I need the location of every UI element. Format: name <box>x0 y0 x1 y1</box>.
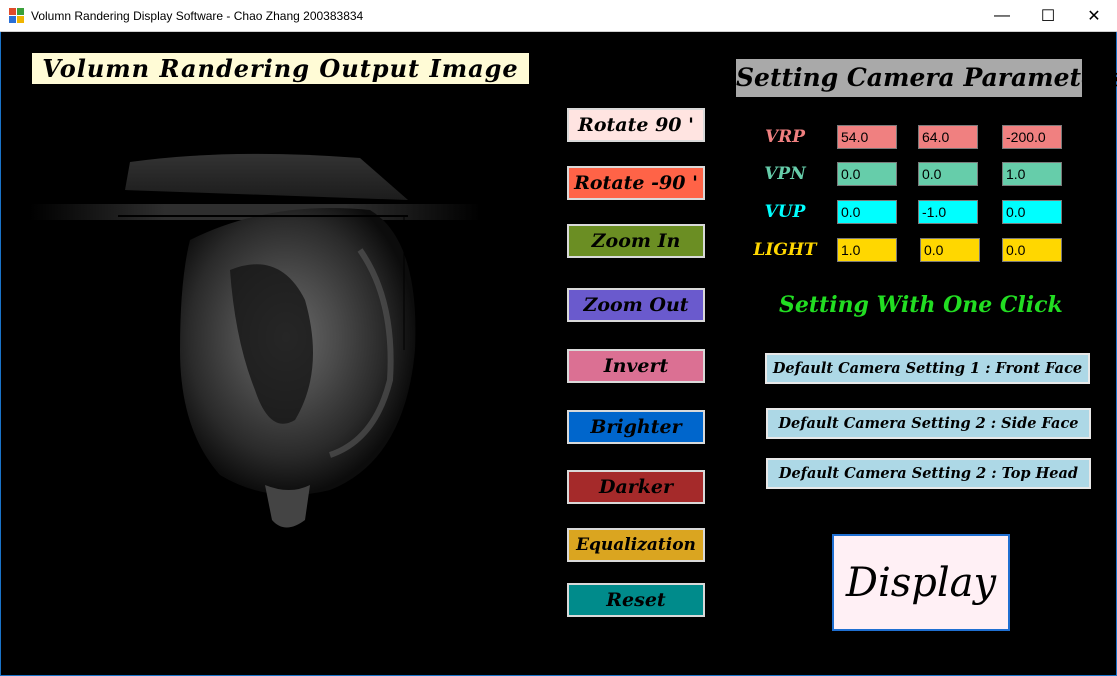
light-x-input[interactable]: 1.0 <box>837 238 897 262</box>
close-button[interactable]: ✕ <box>1071 0 1117 32</box>
preset-top-head-button[interactable]: Default Camera Setting 2 : Top Head <box>766 458 1091 489</box>
app-icon <box>9 8 25 24</box>
preset-side-face-button[interactable]: Default Camera Setting 2 : Side Face <box>766 408 1091 439</box>
rotate-90-button[interactable]: Rotate 90 ' <box>567 108 705 142</box>
zoom-in-button[interactable]: Zoom In <box>567 224 705 258</box>
window-titlebar: Volumn Randering Display Software - Chao… <box>0 0 1117 32</box>
display-button[interactable]: Display <box>832 534 1010 631</box>
vup-y-input[interactable]: -1.0 <box>918 200 978 224</box>
invert-button[interactable]: Invert <box>567 349 705 383</box>
light-y-input[interactable]: 0.0 <box>920 238 980 262</box>
equalization-button[interactable]: Equalization <box>567 528 705 562</box>
one-click-title: Setting With One Click <box>779 292 1063 318</box>
window-title: Volumn Randering Display Software - Chao… <box>31 9 364 23</box>
output-title: Volumn Randering Output Image <box>32 53 529 84</box>
vrp-y-input[interactable]: 64.0 <box>918 125 978 149</box>
rotate-minus-90-button[interactable]: Rotate -90 ' <box>567 166 705 200</box>
preset-front-face-button[interactable]: Default Camera Setting 1 : Front Face <box>765 353 1090 384</box>
maximize-button[interactable]: ☐ <box>1025 0 1071 32</box>
light-label: LIGHT <box>753 240 817 260</box>
vrp-label: VRP <box>764 127 806 147</box>
brighter-button[interactable]: Brighter <box>567 410 705 444</box>
vup-x-input[interactable]: 0.0 <box>837 200 897 224</box>
camera-parameters-title: Setting Camera Parameters <box>736 59 1117 97</box>
vup-label: VUP <box>764 202 806 222</box>
vpn-y-input[interactable]: 0.0 <box>918 162 978 186</box>
vrp-z-input[interactable]: -200.0 <box>1002 125 1062 149</box>
vpn-z-input[interactable]: 1.0 <box>1002 162 1062 186</box>
rendered-volume-image <box>30 153 480 528</box>
light-z-input[interactable]: 0.0 <box>1002 238 1062 262</box>
minimize-button[interactable]: — <box>979 0 1025 32</box>
vpn-x-input[interactable]: 0.0 <box>837 162 897 186</box>
darker-button[interactable]: Darker <box>567 470 705 504</box>
vpn-label: VPN <box>764 164 806 184</box>
vrp-x-input[interactable]: 54.0 <box>837 125 897 149</box>
zoom-out-button[interactable]: Zoom Out <box>567 288 705 322</box>
vup-z-input[interactable]: 0.0 <box>1002 200 1062 224</box>
reset-button[interactable]: Reset <box>567 583 705 617</box>
